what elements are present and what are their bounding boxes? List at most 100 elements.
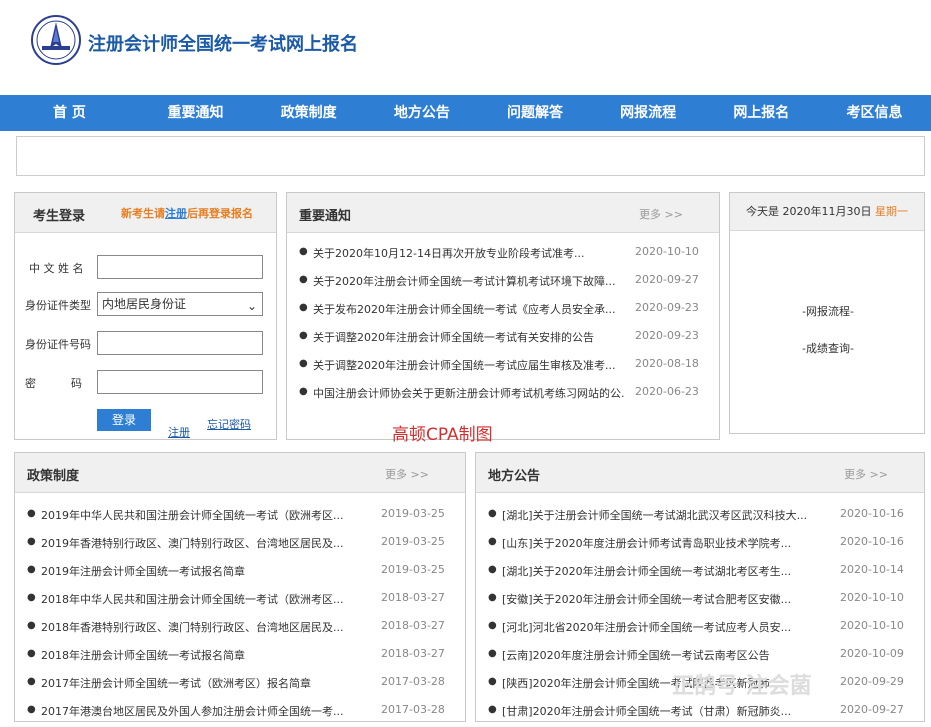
today-weekday: 星期一 [875,205,908,218]
item-title[interactable]: 2018年注册会计师全国统一考试报名简章 [41,647,371,663]
list-item[interactable]: ● 关于2020年注册会计师全国统一考试计算机考试环境下故障... 2020-09-… [287,269,719,297]
item-title[interactable]: 关于调整2020年注册会计师全国统一考试有关安排的公告 [313,329,625,345]
nav-process[interactable]: 网报流程 [592,95,705,131]
item-date: 2020-10-14 [840,563,904,576]
item-title[interactable]: [山东]关于2020年度注册会计师考试青岛职业技术学院考... [502,535,808,551]
login-note-suffix: 后再登录报名 [187,207,253,220]
list-item[interactable]: ● 2019年中华人民共和国注册会计师全国统一考试（欧洲考区... 2019-03-… [15,503,465,531]
item-title[interactable]: 2019年香港特别行政区、澳门特别行政区、台湾地区居民及... [41,535,371,551]
bullet-icon: ● [488,592,497,603]
login-button[interactable]: 登录 [97,409,151,431]
item-title[interactable]: [湖北]关于注册会计师全国统一考试湖北武汉考区武汉科技大... [502,507,808,523]
item-date: 2020-10-16 [840,507,904,520]
name-input[interactable] [97,255,263,279]
list-item[interactable]: ● [湖北]关于注册会计师全国统一考试湖北武汉考区武汉科技大... 2020-10-… [476,503,924,531]
item-title[interactable]: [湖北]关于2020年注册会计师全国统一考试湖北考区考生... [502,563,808,579]
list-item[interactable]: ● 关于调整2020年注册会计师全国统一考试有关安排的公告 2020-09-23 [287,325,719,353]
list-item[interactable]: ● 关于2020年10月12-14日再次开放专业阶段考试准考... 2020-10-… [287,241,719,269]
process-link[interactable]: -网报流程- [730,303,926,319]
bullet-icon: ● [488,704,497,715]
item-title[interactable]: 2018年香港特别行政区、澳门特别行政区、台湾地区居民及... [41,619,371,635]
item-title[interactable]: [安徽]关于2020年注册会计师全国统一考试合肥考区安徽... [502,591,808,607]
idtype-row: 身份证件类型 内地居民身份证 ⌄ [15,292,278,318]
list-item[interactable]: ● [河北]河北省2020年注册会计师全国统一考试应考人员安... 2020-10-… [476,615,924,643]
list-item[interactable]: ● 2018年香港特别行政区、澳门特别行政区、台湾地区居民及... 2018-03-… [15,615,465,643]
list-item[interactable]: ● [山东]关于2020年度注册会计师考试青岛职业技术学院考... 2020-10-… [476,531,924,559]
name-row: 中 文 姓 名 [15,255,278,281]
item-date: 2020-10-10 [635,245,699,258]
note-register-link[interactable]: 注册 [165,207,187,220]
item-title[interactable]: [云南]2020年度注册会计师全国统一考试云南考区公告 [502,647,808,663]
item-date: 2019-03-25 [381,507,445,520]
notices-list: ● 关于2020年10月12-14日再次开放专业阶段考试准考... 2020-10-… [287,241,719,409]
bullet-icon: ● [488,676,497,687]
item-date: 2018-03-27 [381,619,445,632]
item-title[interactable]: 关于2020年10月12-14日再次开放专业阶段考试准考... [313,245,625,261]
forgot-password-link[interactable]: 忘记密码 [207,416,251,432]
policy-panel: 政策制度 更多 >> ● 2019年中华人民共和国注册会计师全国统一考试（欧洲考区… [14,452,466,722]
password-row: 密 码 [15,370,278,396]
list-item[interactable]: ● 关于发布2020年注册会计师全国统一考试《应考人员安全承... 2020-09-… [287,297,719,325]
policy-list: ● 2019年中华人民共和国注册会计师全国统一考试（欧洲考区... 2019-03-… [15,503,465,727]
site-header: 注册会计师全国统一考试网上报名 [0,0,931,95]
login-note: 新考生请注册后再登录报名 [121,205,253,221]
list-item[interactable]: ● 中国注册会计师协会关于更新注册会计师考试机考练习网站的公... 2020-06-… [287,381,719,409]
nav-notices[interactable]: 重要通知 [139,95,252,131]
login-panel: 考生登录 新考生请注册后再登录报名 中 文 姓 名 身份证件类型 内地居民身份证… [14,192,277,440]
item-date: 2020-08-18 [635,357,699,370]
list-item[interactable]: ● 2019年注册会计师全国统一考试报名简章 2019-03-25 [15,559,465,587]
item-date: 2020-09-27 [840,703,904,716]
password-input[interactable] [97,370,263,394]
nav-home[interactable]: 首 页 [0,95,139,131]
item-date: 2017-03-28 [381,675,445,688]
bullet-icon: ● [488,508,497,519]
score-query-link[interactable]: -成绩查询- [730,340,926,356]
list-item[interactable]: ● 2019年香港特别行政区、澳门特别行政区、台湾地区居民及... 2019-03-… [15,531,465,559]
list-item[interactable]: ● [云南]2020年度注册会计师全国统一考试云南考区公告 2020-10-09 [476,643,924,671]
list-item[interactable]: ● [甘肃]2020年注册会计师全国统一考试（甘肃）新冠肺炎... 2020-09-… [476,699,924,727]
cicpa-logo-icon[interactable] [30,14,82,66]
list-item[interactable]: ● 2017年注册会计师全国统一考试（欧洲考区）报名简章 2017-03-28 [15,671,465,699]
today-date: 今天是 2020年11月30日 [746,205,872,218]
item-title[interactable]: 中国注册会计师协会关于更新注册会计师考试机考练习网站的公... [313,385,625,401]
item-title[interactable]: 关于2020年注册会计师全国统一考试计算机考试环境下故障... [313,273,625,289]
item-date: 2020-10-10 [840,619,904,632]
login-title: 考生登录 [33,209,86,224]
item-title[interactable]: 2019年中华人民共和国注册会计师全国统一考试（欧洲考区... [41,507,371,523]
list-item[interactable]: ● 2018年注册会计师全国统一考试报名简章 2018-03-27 [15,643,465,671]
item-date: 2020-10-09 [840,647,904,660]
item-title[interactable]: [河北]河北省2020年注册会计师全国统一考试应考人员安... [502,619,808,635]
idno-input[interactable] [97,331,263,355]
bullet-icon: ● [27,704,36,715]
item-title[interactable]: 2017年注册会计师全国统一考试（欧洲考区）报名简章 [41,675,371,691]
list-item[interactable]: ● [安徽]关于2020年注册会计师全国统一考试合肥考区安徽... 2020-10-… [476,587,924,615]
item-title[interactable]: 2018年中华人民共和国注册会计师全国统一考试（欧洲考区... [41,591,371,607]
list-item[interactable]: ● 2017年港澳台地区居民及外国人参加注册会计师全国统一考... 2017-03-… [15,699,465,727]
corner-watermark: 正鹄号 注会菌 [672,674,812,699]
item-date: 2020-10-16 [840,535,904,548]
nav-register[interactable]: 网上报名 [705,95,818,131]
bullet-icon: ● [299,246,308,257]
nav-exam-area[interactable]: 考区信息 [818,95,931,131]
list-item[interactable]: ● [湖北]关于2020年注册会计师全国统一考试湖北考区考生... 2020-10-… [476,559,924,587]
nav-policy[interactable]: 政策制度 [252,95,365,131]
nav-faq[interactable]: 问题解答 [478,95,591,131]
register-link[interactable]: 注册 [168,424,190,440]
item-date: 2020-10-10 [840,591,904,604]
item-title[interactable]: 关于发布2020年注册会计师全国统一考试《应考人员安全承... [313,301,625,317]
item-title[interactable]: 关于调整2020年注册会计师全国统一考试应届生审核及准考... [313,357,625,373]
policy-header: 政策制度 更多 >> [15,453,465,493]
local-more-link[interactable]: 更多 >> [844,466,888,482]
list-item[interactable]: ● 关于调整2020年注册会计师全国统一考试应届生审核及准考... 2020-08-… [287,353,719,381]
name-label: 中 文 姓 名 [29,262,84,275]
idno-label: 身份证件号码 [25,338,91,351]
local-header: 地方公告 更多 >> [476,453,924,493]
nav-local[interactable]: 地方公告 [365,95,478,131]
notices-more-link[interactable]: 更多 >> [639,206,683,222]
idtype-select[interactable]: 内地居民身份证 ⌄ [97,292,263,316]
today-panel: 今天是 2020年11月30日 星期一 -网报流程- -成绩查询- [729,192,925,434]
item-title[interactable]: 2019年注册会计师全国统一考试报名简章 [41,563,371,579]
list-item[interactable]: ● 2018年中华人民共和国注册会计师全国统一考试（欧洲考区... 2018-03-… [15,587,465,615]
today-header: 今天是 2020年11月30日 星期一 [730,193,924,231]
policy-more-link[interactable]: 更多 >> [385,466,429,482]
